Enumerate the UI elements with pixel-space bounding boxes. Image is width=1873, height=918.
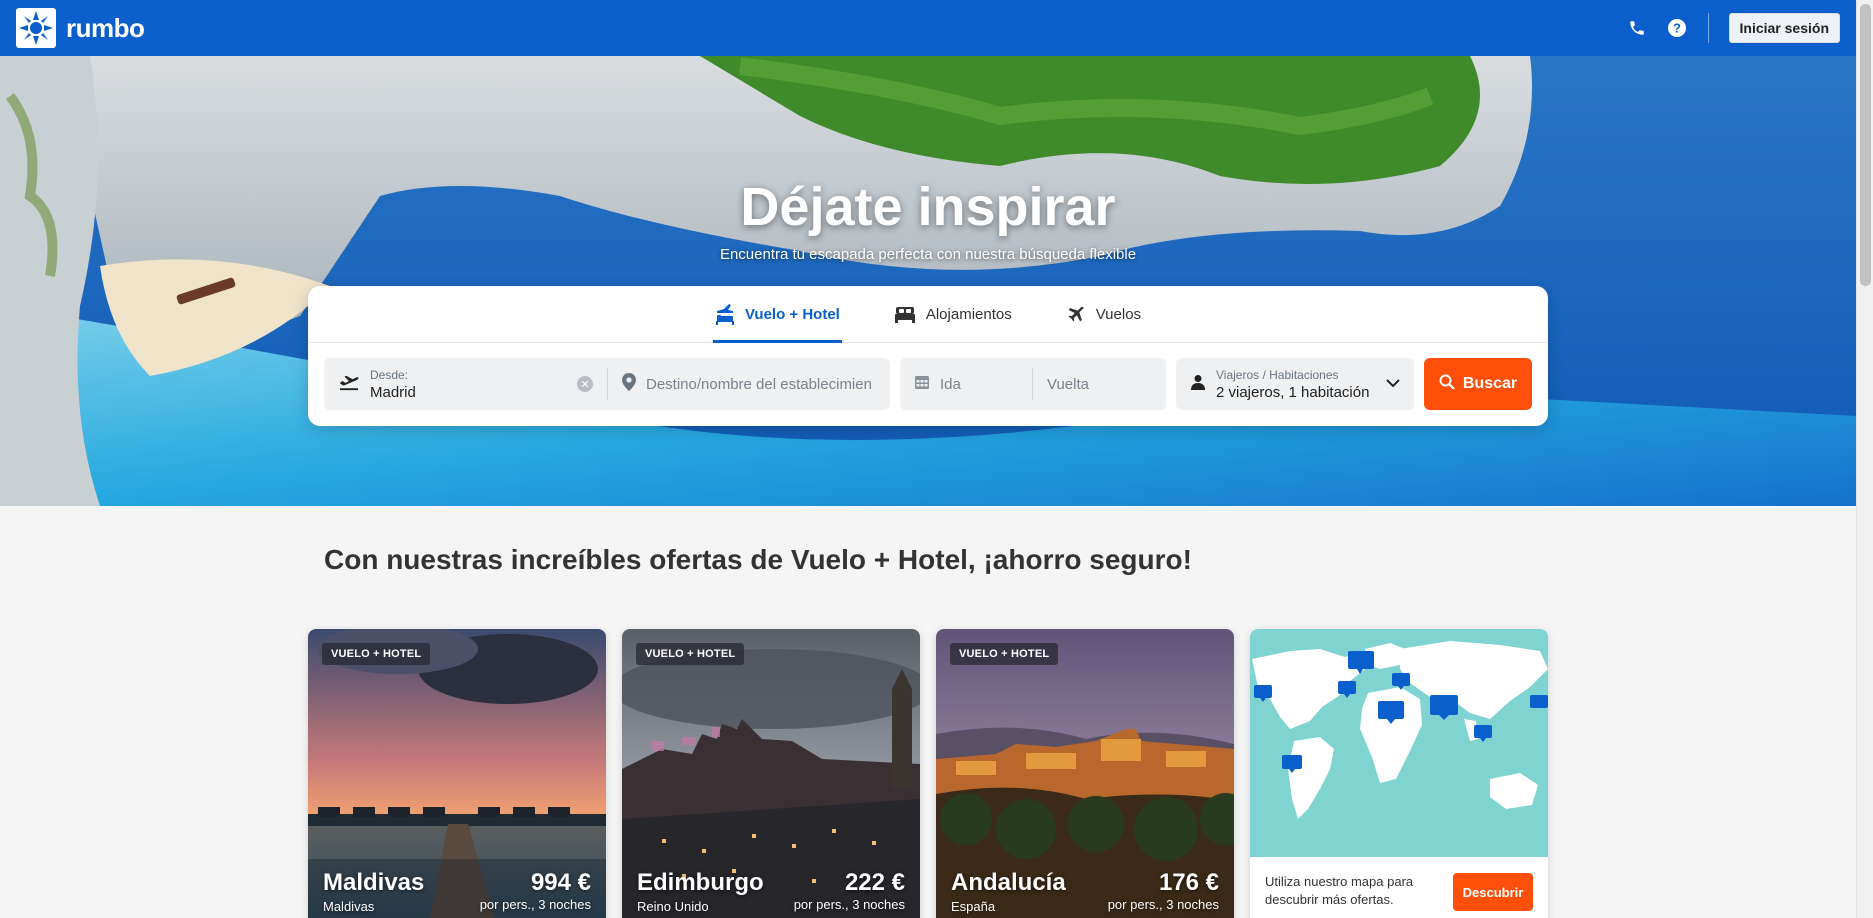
offer-price: 994 €	[530, 869, 591, 896]
bed-icon	[894, 305, 916, 323]
top-bar-actions: ? Iniciar sesión	[1626, 13, 1840, 43]
travellers-label: Viajeros / Habitaciones	[1216, 367, 1339, 382]
search-button-label: Buscar	[1462, 375, 1518, 392]
origin-destination-group: Desde: Madrid ✕ Destino/nombre del estab…	[324, 358, 890, 410]
search-panel: Vuelo + Hotel Alojamientos Vuelos Desde:…	[308, 286, 1548, 426]
person-icon	[1190, 374, 1206, 395]
travellers-field[interactable]: Viajeros / Habitaciones 2 viajeros, 1 ha…	[1176, 358, 1414, 410]
tab-accommodation[interactable]: Alojamientos	[892, 286, 1014, 342]
tab-accommodation-label: Alojamientos	[925, 305, 1012, 323]
page: rumbo ? Iniciar sesión Déjate inspirar E…	[0, 0, 1873, 918]
discover-button[interactable]: Descubrir	[1453, 873, 1533, 911]
page-scrollbar[interactable]	[1856, 0, 1873, 918]
search-button[interactable]: Buscar	[1424, 358, 1532, 410]
map-card-text: Utiliza nuestro mapa para descubrir más …	[1265, 874, 1414, 907]
travellers-inner: Viajeros / Habitaciones 2 viajeros, 1 ha…	[1176, 358, 1414, 410]
dates-group: Ida Vuelta	[900, 358, 1166, 410]
offer-info: Maldivas Maldivas 994 € por pers., 3 noc…	[323, 869, 591, 914]
plane-icon	[1066, 304, 1086, 324]
rumbo-logo[interactable]: rumbo	[16, 8, 145, 48]
header-divider	[1707, 13, 1709, 43]
return-date-field[interactable]: Vuelta	[1032, 368, 1164, 400]
offer-price: 176 €	[1158, 869, 1219, 896]
destination-field[interactable]: Destino/nombre del establecimiento	[608, 358, 890, 410]
hero-banner: Déjate inspirar Encuentra tu escapada pe…	[0, 56, 1856, 506]
help-icon[interactable]: ?	[1666, 17, 1688, 39]
svg-text:?: ?	[1673, 21, 1681, 36]
hero-title: Déjate inspirar	[740, 177, 1116, 237]
search-icon	[1439, 374, 1455, 395]
offer-badge: VUELO + HOTEL	[950, 643, 1059, 665]
chevron-down-icon	[1386, 375, 1400, 393]
scrollbar-thumb[interactable]	[1860, 4, 1871, 286]
return-placeholder: Vuelta	[1047, 375, 1089, 393]
offer-info: Andalucía España 176 € por pers., 3 noch…	[951, 869, 1219, 914]
travellers-value: 2 viajeros, 1 habitación	[1216, 383, 1370, 401]
flight-hotel-icon	[715, 303, 735, 325]
offer-card-maldivas[interactable]: VUELO + HOTEL Maldivas Maldivas 994 € po…	[308, 629, 606, 918]
world-map-image	[1250, 629, 1548, 857]
offer-card-edimburgo[interactable]: VUELO + HOTEL Edimburgo Reino Unido 222 …	[622, 629, 920, 918]
search-fields: Desde: Madrid ✕ Destino/nombre del estab…	[324, 358, 1532, 410]
origin-value: Madrid	[370, 383, 416, 401]
product-tabs: Vuelo + Hotel Alojamientos Vuelos	[308, 286, 1548, 343]
tab-flights[interactable]: Vuelos	[1064, 286, 1143, 342]
location-pin-icon	[622, 372, 636, 396]
hero-subtitle: Encuentra tu escapada perfecta con nuest…	[719, 246, 1137, 263]
top-bar: rumbo ? Iniciar sesión	[0, 0, 1856, 56]
offers-heading: Con nuestras increíbles ofertas de Vuelo…	[324, 544, 1192, 575]
tab-flight-hotel-label: Vuelo + Hotel	[744, 305, 840, 323]
logo-text: rumbo	[66, 12, 145, 43]
origin-label: Desde:	[370, 367, 409, 382]
clear-origin-icon[interactable]: ✕	[577, 376, 593, 392]
offer-price-note: por pers., 3 noches	[793, 897, 905, 912]
offer-info: Edimburgo Reino Unido 222 € por pers., 3…	[637, 869, 905, 914]
takeoff-icon	[338, 373, 360, 396]
departure-date-field[interactable]: Ida	[900, 368, 1032, 400]
tab-flight-hotel[interactable]: Vuelo + Hotel	[712, 286, 842, 343]
login-button[interactable]: Iniciar sesión	[1728, 13, 1840, 43]
calendar-icon	[914, 374, 930, 395]
offer-badge: VUELO + HOTEL	[322, 643, 431, 665]
phone-icon[interactable]	[1626, 17, 1648, 39]
offer-price-note: por pers., 3 noches	[479, 897, 591, 912]
offer-price-note: por pers., 3 noches	[1107, 897, 1219, 912]
departure-placeholder: Ida	[940, 375, 961, 393]
offer-card-andalucia[interactable]: VUELO + HOTEL Andalucía España 176 € por…	[936, 629, 1234, 918]
tab-flights-label: Vuelos	[1095, 305, 1142, 323]
offer-badge: VUELO + HOTEL	[636, 643, 745, 665]
map-card[interactable]: Utiliza nuestro mapa para descubrir más …	[1250, 629, 1548, 918]
hero-background-image	[0, 56, 1856, 506]
destination-placeholder: Destino/nombre del establecimiento	[646, 375, 871, 393]
origin-field[interactable]: Desde: Madrid ✕	[324, 367, 608, 401]
logo-mark-icon	[16, 8, 56, 48]
offer-price: 222 €	[844, 869, 905, 896]
